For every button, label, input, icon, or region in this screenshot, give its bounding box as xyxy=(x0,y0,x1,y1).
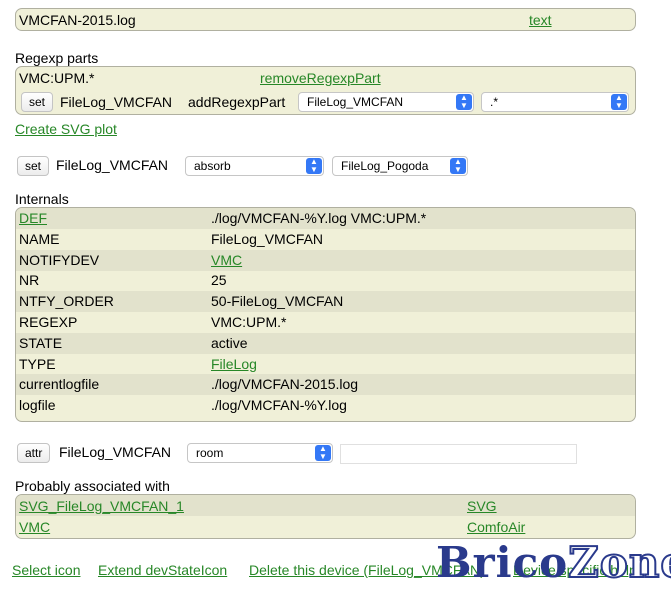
internals-row: STATE active xyxy=(16,332,635,354)
regexp-pattern-select-value: .* xyxy=(490,95,499,109)
internals-value[interactable]: VMC xyxy=(211,252,242,268)
select-arrows-icon: ▲ ▼ xyxy=(456,94,472,110)
internals-section-title: Internals xyxy=(15,191,69,207)
select-arrows-icon: ▲ ▼ xyxy=(306,158,322,174)
select-arrows-icon: ▲ ▼ xyxy=(315,445,331,461)
associated-device-link[interactable]: SVG_FileLog_VMCFAN_1 xyxy=(19,498,184,514)
internals-value: ./log/VMCFAN-%Y.log VMC:UPM.* xyxy=(211,210,427,226)
attr-value-input[interactable] xyxy=(340,444,577,464)
internals-value: 50-FileLog_VMCFAN xyxy=(211,293,344,310)
regexp-device-select[interactable]: FileLog_VMCFAN ▲ ▼ xyxy=(298,92,474,112)
internals-row: NTFY_ORDER 50-FileLog_VMCFAN xyxy=(16,291,635,313)
internals-key: NAME xyxy=(19,230,60,247)
internals-key: NR xyxy=(19,272,40,289)
remove-regexp-part-link[interactable]: removeRegexpPart xyxy=(260,70,381,86)
internals-row: NR 25 xyxy=(16,270,635,291)
internals-value: active xyxy=(211,334,248,351)
internals-panel: DEF ./log/VMCFAN-%Y.log VMC:UPM.* NAME File… xyxy=(15,207,636,422)
create-svg-plot-link[interactable]: Create SVG plot xyxy=(15,121,117,137)
associated-device-link[interactable]: VMC xyxy=(19,519,50,535)
regexp-panel: VMC:UPM.* removeRegexpPart set FileLog_V… xyxy=(15,66,636,115)
internals-value: VMC:UPM.* xyxy=(211,314,287,330)
internals-key: TYPE xyxy=(19,355,56,372)
attr-select[interactable]: room ▲ ▼ xyxy=(187,443,333,463)
set-command-select[interactable]: absorb ▲ ▼ xyxy=(185,156,324,176)
internals-row: DEF ./log/VMCFAN-%Y.log VMC:UPM.* xyxy=(16,208,635,229)
watermark-part2: Zone xyxy=(567,537,671,588)
set-device-label: FileLog_VMCFAN xyxy=(56,157,169,173)
internals-value: 25 xyxy=(211,272,227,289)
associated-type-link[interactable]: ComfoAir xyxy=(467,519,525,535)
regexp-device-select-value: FileLog_VMCFAN xyxy=(307,95,404,109)
attr-device-label: FileLog_VMCFAN xyxy=(59,444,172,460)
internals-row: TYPE FileLog xyxy=(16,354,635,375)
set-target-select[interactable]: FileLog_Pogoda ▲ ▼ xyxy=(332,156,468,176)
internals-row: logfile ./log/VMCFAN-%Y.log xyxy=(16,395,635,416)
regexp-section-title: Regexp parts xyxy=(15,50,99,66)
select-arrows-icon: ▲ ▼ xyxy=(611,94,627,110)
text-link[interactable]: text xyxy=(529,12,552,28)
attr-select-value: room xyxy=(196,446,224,460)
associated-type-link[interactable]: SVG xyxy=(467,498,497,514)
internals-value[interactable]: FileLog xyxy=(211,356,257,372)
regexp-part: VMC:UPM.* xyxy=(19,70,95,86)
associated-row: VMC ComfoAir xyxy=(16,516,635,537)
regexp-set-button[interactable]: set xyxy=(21,92,54,112)
internals-row: NAME FileLog_VMCFAN xyxy=(16,229,635,250)
internals-key[interactable]: DEF xyxy=(19,210,47,226)
bricozone-watermark-logo: BricoZone xyxy=(436,537,671,588)
set-target-select-value: FileLog_Pogoda xyxy=(341,159,429,173)
associated-row: SVG_FileLog_VMCFAN_1 SVG xyxy=(16,495,635,516)
internals-row: currentlogfile ./log/VMCFAN-2015.log xyxy=(16,374,635,396)
regexp-pattern-select[interactable]: .* ▲ ▼ xyxy=(481,92,629,112)
extend-devstateicon-link[interactable]: Extend devStateIcon xyxy=(98,562,227,578)
watermark-part1: Brico xyxy=(436,538,569,587)
associated-panel: SVG_FileLog_VMCFAN_1 SVG VMC ComfoAir xyxy=(15,494,636,539)
set-command-select-value: absorb xyxy=(194,159,231,173)
internals-value: FileLog_VMCFAN xyxy=(211,230,324,247)
internals-key: REGEXP xyxy=(19,314,78,330)
device-file-name: VMCFAN-2015.log xyxy=(19,12,136,28)
internals-key: NOTIFYDEV xyxy=(19,251,100,268)
internals-key: currentlogfile xyxy=(19,376,100,393)
associated-section-title: Probably associated with xyxy=(15,478,170,494)
internals-key: NTFY_ORDER xyxy=(19,293,114,310)
internals-row: NOTIFYDEV VMC xyxy=(16,249,635,271)
internals-row: REGEXP VMC:UPM.* xyxy=(16,312,635,333)
attr-button[interactable]: attr xyxy=(17,443,51,463)
internals-key: STATE xyxy=(19,334,63,351)
internals-key: logfile xyxy=(19,397,56,414)
select-icon-link[interactable]: Select icon xyxy=(12,562,80,578)
device-header-panel: VMCFAN-2015.log text xyxy=(15,8,636,31)
internals-value: ./log/VMCFAN-2015.log xyxy=(211,376,359,393)
add-regexp-part-label: addRegexpPart xyxy=(188,94,286,110)
select-arrows-icon: ▲ ▼ xyxy=(450,158,466,174)
internals-value: ./log/VMCFAN-%Y.log xyxy=(211,397,347,414)
regexp-device-label: FileLog_VMCFAN xyxy=(60,94,173,110)
set-button[interactable]: set xyxy=(17,156,50,176)
